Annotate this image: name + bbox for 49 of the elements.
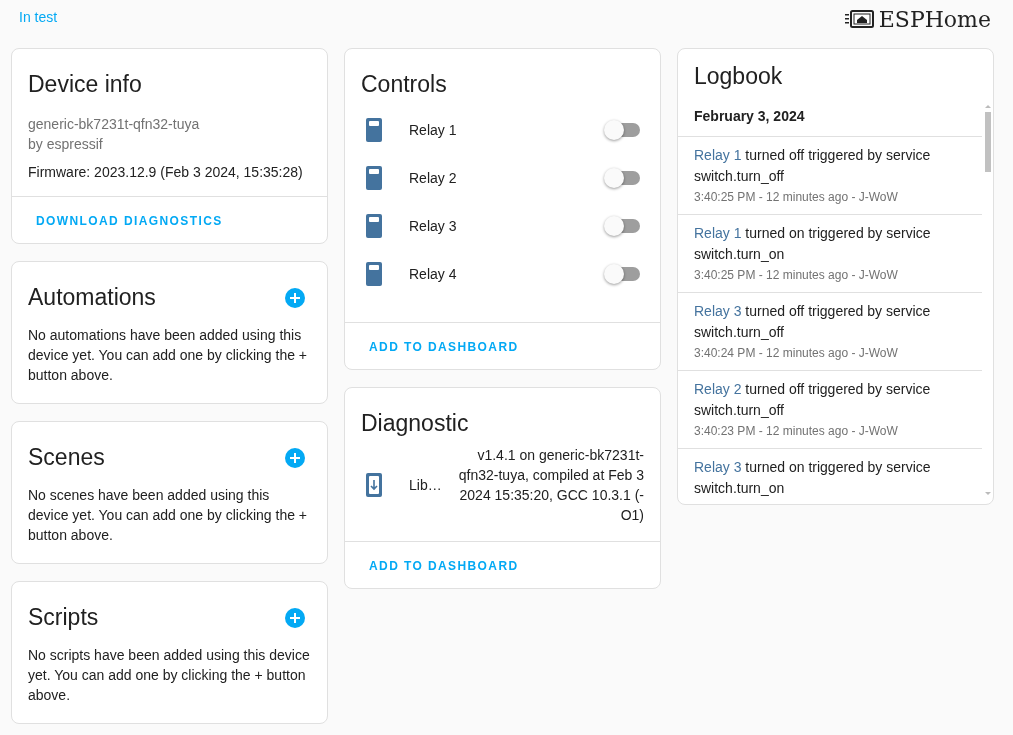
toggle-switch[interactable]: [606, 123, 640, 137]
log-timestamp: 3:40:25 PM - 12 minutes ago - J-WoW: [694, 267, 899, 284]
switch-icon: [366, 118, 382, 142]
log-timestamp: 3:40:24 PM - 12 minutes ago - J-WoW: [694, 345, 899, 362]
entity-name[interactable]: Relay 1: [409, 122, 606, 138]
card-title: Controls: [361, 71, 448, 98]
entity-link[interactable]: Relay 1: [694, 225, 742, 241]
log-message: Relay 1 turned off triggered by service switch.turn_off: [694, 146, 932, 186]
empty-message: No automations have been added using this device yet. You can add one by clicking the + button above.: [28, 326, 309, 385]
switch-icon: [366, 166, 382, 190]
card-title: Device info: [28, 71, 143, 98]
empty-message: No scripts have been added using this device yet. You can add one by clicking the + button above.: [28, 646, 311, 705]
add-icon[interactable]: [285, 447, 305, 468]
manufacturer-text: by espressif: [28, 135, 104, 154]
switch-icon: [366, 262, 382, 286]
chip-house-icon: [844, 9, 875, 29]
entity-name[interactable]: Relay 3: [409, 218, 606, 234]
card-title: Diagnostic: [361, 410, 470, 437]
entity-link[interactable]: Relay 3: [694, 303, 742, 319]
entity-name[interactable]: Lib…: [409, 477, 443, 493]
toggle-switch[interactable]: [606, 219, 640, 233]
log-message: Relay 1 turned on triggered by service switch.turn_on: [694, 224, 932, 264]
entity-link[interactable]: Relay 2: [694, 381, 742, 397]
card-title: Automations: [28, 284, 156, 311]
empty-message: No scenes have been added using this device yet. You can add one by clicking the + button above.: [28, 486, 309, 545]
log-timestamp: 3:40:25 PM - 12 minutes ago - J-WoW: [694, 189, 899, 206]
card-title: Scenes: [28, 444, 105, 471]
scrollbar[interactable]: [984, 102, 992, 498]
card-title: Logbook: [693, 62, 784, 90]
entity-link[interactable]: Relay 3: [694, 459, 742, 475]
logo-text: ESPHome: [878, 6, 991, 32]
card-title: Scripts: [28, 604, 99, 631]
entity-name[interactable]: Relay 2: [409, 170, 606, 186]
date-heading: February 3, 2024: [678, 102, 982, 137]
device-model: generic-bk7231t-qfn32-tuya: [28, 115, 201, 134]
add-icon[interactable]: [285, 607, 305, 628]
log-message: Relay 2 turned off triggered by service switch.turn_off: [694, 380, 932, 420]
log-message: Relay 3 turned on triggered by service switch.turn_on: [694, 458, 932, 498]
entity-name[interactable]: Relay 4: [409, 266, 606, 282]
toggle-switch[interactable]: [606, 171, 640, 185]
firmware-text: Firmware: 2023.12.9 (Feb 3 2024, 15:35:28): [28, 164, 304, 180]
entity-link[interactable]: Relay 1: [694, 147, 742, 163]
add-icon[interactable]: [285, 287, 305, 308]
download-icon: [366, 473, 382, 497]
switch-icon: [366, 214, 382, 238]
entity-value: v1.4.1 on generic-bk7231t-qfn32-tuya, compiled at Feb 3 2024 15:35:20, GCC 10.3.1 (-O1): [457, 446, 644, 525]
log-timestamp: 3:40:23 PM - 12 minutes ago - J-WoW: [694, 423, 899, 440]
toggle-switch[interactable]: [606, 267, 640, 281]
log-message: Relay 3 turned off triggered by service switch.turn_off: [694, 302, 932, 342]
